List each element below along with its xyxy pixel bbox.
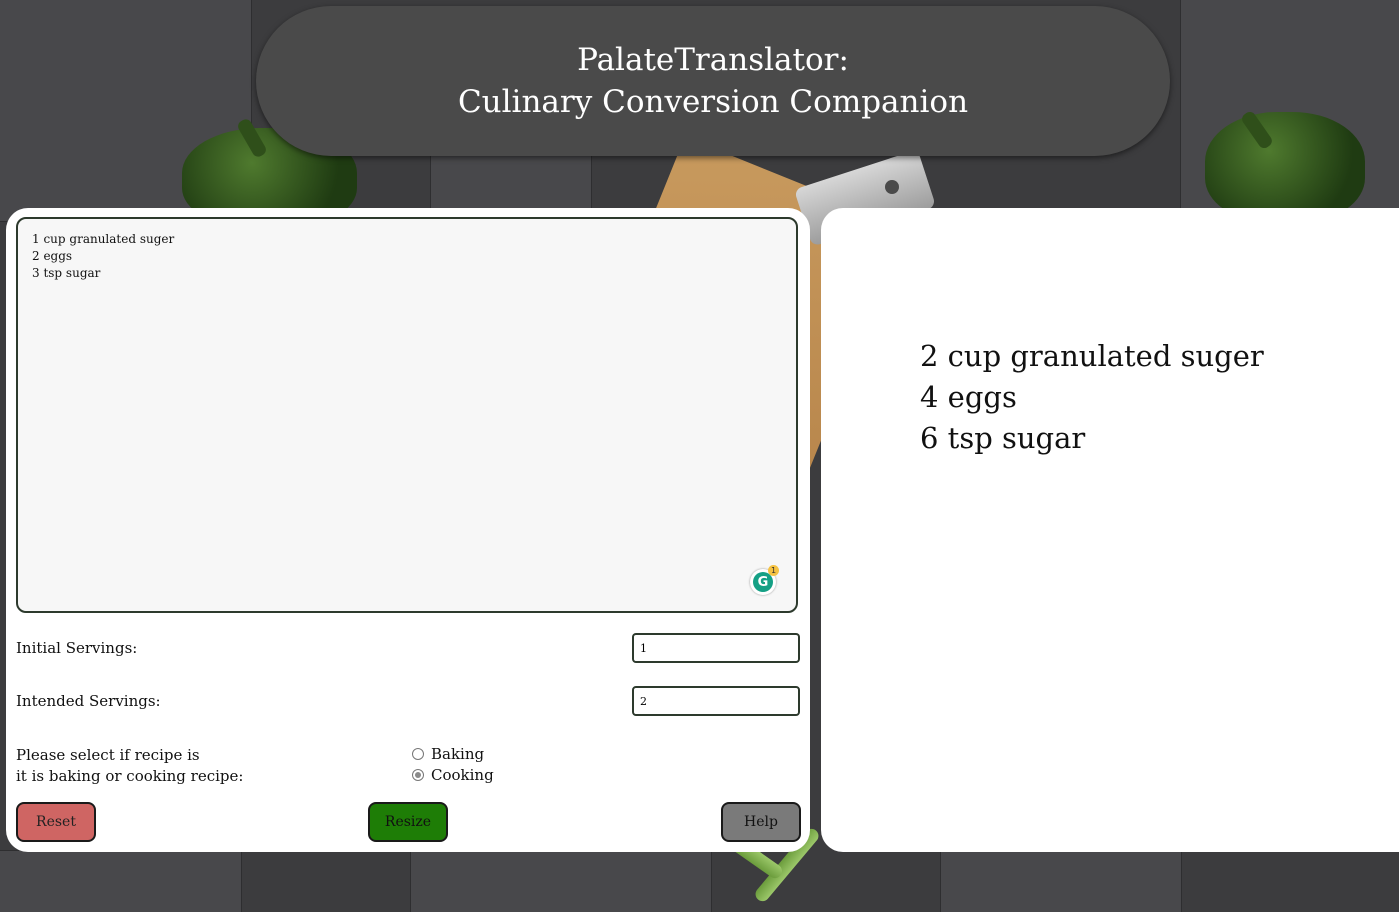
app-header: PalateTranslator: Culinary Conversion Co…	[256, 6, 1170, 156]
grammarly-icon[interactable]: G 1	[750, 565, 779, 595]
intended-servings-label: Intended Servings:	[16, 692, 161, 710]
recipe-type-prompt-line2: it is baking or cooking recipe:	[16, 767, 244, 785]
resize-button[interactable]: Resize	[368, 802, 448, 842]
help-button[interactable]: Help	[721, 802, 801, 842]
cooking-label: Cooking	[431, 766, 494, 784]
baking-radio[interactable]	[412, 748, 424, 760]
cooking-radio[interactable]	[412, 769, 424, 781]
converted-recipe: 2 cup granulated suger 4 eggs 6 tsp suga…	[920, 336, 1264, 459]
recipe-type-prompt-line1: Please select if recipe is	[16, 746, 200, 764]
baking-option[interactable]: Baking	[412, 745, 484, 763]
input-panel: 1 cup granulated suger 2 eggs 3 tsp suga…	[6, 208, 810, 852]
initial-servings-label: Initial Servings:	[16, 639, 138, 657]
result-line: 4 eggs	[920, 380, 1017, 414]
result-line: 6 tsp sugar	[920, 421, 1086, 455]
app-title-line2: Culinary Conversion Companion	[457, 84, 969, 120]
grammarly-badge: 1	[768, 565, 779, 576]
intended-servings-input[interactable]	[632, 686, 800, 716]
result-line: 2 cup granulated suger	[920, 339, 1264, 373]
pepper-image-right	[1205, 112, 1365, 222]
recipe-type-prompt: Please select if recipe is it is baking …	[16, 745, 243, 787]
output-panel: 2 cup granulated suger 4 eggs 6 tsp suga…	[821, 208, 1399, 852]
cooking-option[interactable]: Cooking	[412, 766, 494, 784]
reset-button[interactable]: Reset	[16, 802, 96, 842]
initial-servings-input[interactable]	[632, 633, 800, 663]
recipe-textarea[interactable]: 1 cup granulated suger 2 eggs 3 tsp suga…	[16, 217, 798, 613]
baking-label: Baking	[431, 745, 485, 763]
app-title-line1: PalateTranslator:	[577, 42, 849, 78]
